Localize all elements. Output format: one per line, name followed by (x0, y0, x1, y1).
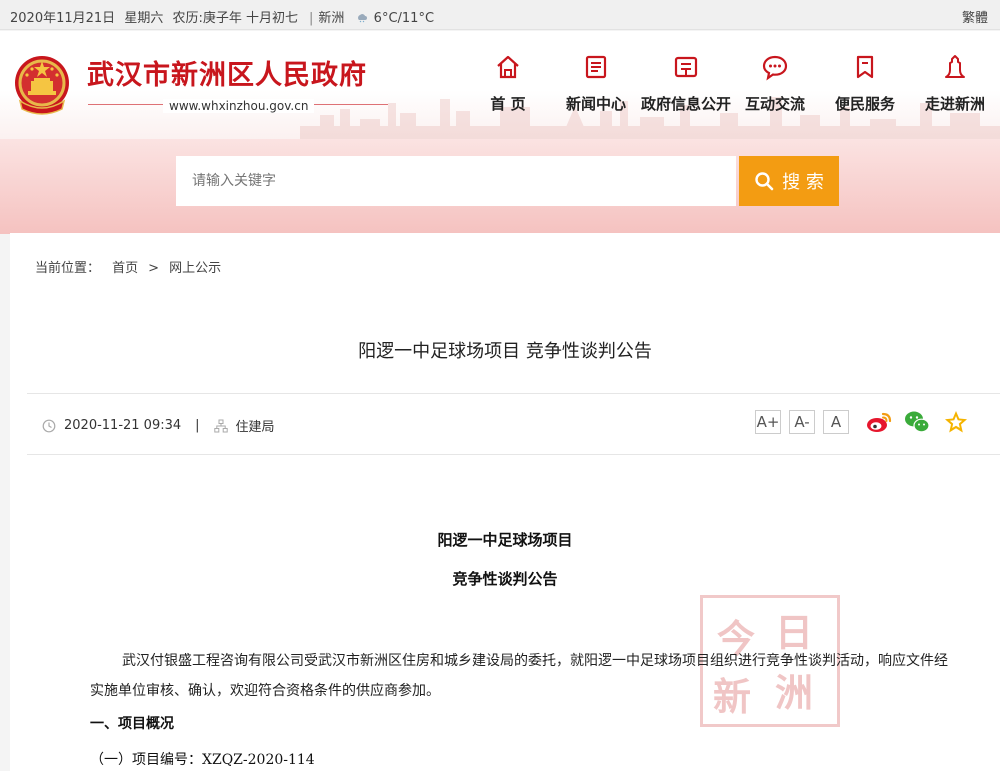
search-input[interactable] (176, 156, 736, 206)
nav-label: 互动交流 (744, 95, 805, 113)
nav-label: 走进新洲 (924, 95, 985, 113)
weather-icon (357, 14, 367, 23)
divider (27, 393, 1000, 394)
nav-label: 政府信息公开 (640, 95, 731, 113)
divider (27, 454, 1000, 455)
breadcrumb-current-link[interactable]: 网上公示 (169, 261, 221, 276)
site-header: 武汉市新洲区人民政府 www.whxinzhou.gov.cn 首 页 新闻中心… (0, 31, 1000, 139)
nav-gov-info-disclosure[interactable]: 政府信息公开 (640, 53, 732, 123)
meta-separator: | (195, 418, 200, 433)
chat-icon (762, 55, 788, 81)
date-weather-info: 2020年11月21日 星期六 农历:庚子年 十月初七 | 新洲 6°C/11°C (10, 7, 439, 26)
section-heading: 一、项目概况 (90, 716, 174, 732)
org-icon (213, 419, 228, 432)
article-title: 阳逻一中足球场项目 竞争性谈判公告 (358, 341, 652, 362)
breadcrumb-prefix: 当前位置： (35, 261, 101, 276)
search-icon (755, 172, 774, 191)
breadcrumb-separator: > (148, 261, 160, 276)
date-text: 2020年11月21日 (10, 11, 116, 26)
lunar-date-text: 农历:庚子年 十月初七 (172, 11, 298, 26)
wechat-icon[interactable] (903, 409, 931, 435)
search-button[interactable]: 搜 索 (739, 156, 839, 206)
site-url: www.whxinzhou.gov.cn (163, 99, 315, 113)
font-size-decrease-button[interactable]: A- (789, 410, 815, 434)
article-meta: 2020-11-21 09:34 | 住建局 (42, 416, 275, 435)
font-size-label: A+ (756, 413, 780, 431)
city-text: 新洲 (318, 11, 345, 26)
nav-news-center[interactable]: 新闻中心 (561, 53, 631, 123)
bookmark-icon (856, 55, 874, 79)
project-number-line: （一）项目编号：XZQZ-2020-114 (90, 752, 315, 768)
top-info-bar: 2020年11月21日 星期六 农历:庚子年 十月初七 | 新洲 6°C/11°C … (0, 0, 1000, 30)
clock-icon (42, 419, 56, 432)
home-icon (497, 55, 519, 79)
search-button-label: 搜 索 (782, 172, 824, 193)
nav-home[interactable]: 首 页 (480, 53, 536, 123)
nav-label: 首 页 (490, 95, 526, 113)
article-card: 当前位置： 首页 > 网上公示 阳逻一中足球场项目 竞争性谈判公告 2020-11-… (10, 233, 1000, 771)
intro-paragraph: 武汉付银盛工程咨询有限公司受武汉市新洲区住房和城乡建设局的委托，就阳逻一中足球场… (90, 653, 948, 699)
breadcrumb: 当前位置： 首页 > 网上公示 (35, 257, 221, 276)
font-size-label: A (830, 413, 842, 431)
separator: | (308, 11, 314, 26)
traditional-chinese-link[interactable]: 繁體 (962, 7, 988, 26)
document-title-line-1: 阳逻一中足球场项目 (437, 531, 573, 549)
nav-interaction[interactable]: 互动交流 (742, 53, 808, 123)
temperature-text: 6°C/11°C (373, 11, 435, 26)
nav-label: 新闻中心 (565, 95, 626, 113)
nav-label: 便民服务 (834, 95, 895, 113)
favorite-icon[interactable] (942, 409, 970, 435)
font-size-label: A- (794, 413, 810, 431)
landmark-icon (945, 55, 965, 78)
nav-about-xinzhou[interactable]: 走进新洲 (920, 53, 990, 123)
article-source: 住建局 (235, 420, 275, 435)
document-title-line-2: 竞争性谈判公告 (452, 570, 558, 588)
news-icon (585, 55, 607, 79)
nav-public-services[interactable]: 便民服务 (830, 53, 900, 123)
info-icon (674, 56, 698, 78)
breadcrumb-home-link[interactable]: 首页 (112, 261, 138, 276)
weekday-text: 星期六 (124, 11, 164, 26)
font-size-default-button[interactable]: A (823, 410, 849, 434)
publish-datetime: 2020-11-21 09:34 (64, 418, 182, 433)
weibo-icon[interactable] (865, 409, 893, 435)
site-title[interactable]: 武汉市新洲区人民政府 (87, 53, 367, 92)
national-emblem-logo (15, 56, 69, 115)
font-size-increase-button[interactable]: A+ (755, 410, 781, 434)
